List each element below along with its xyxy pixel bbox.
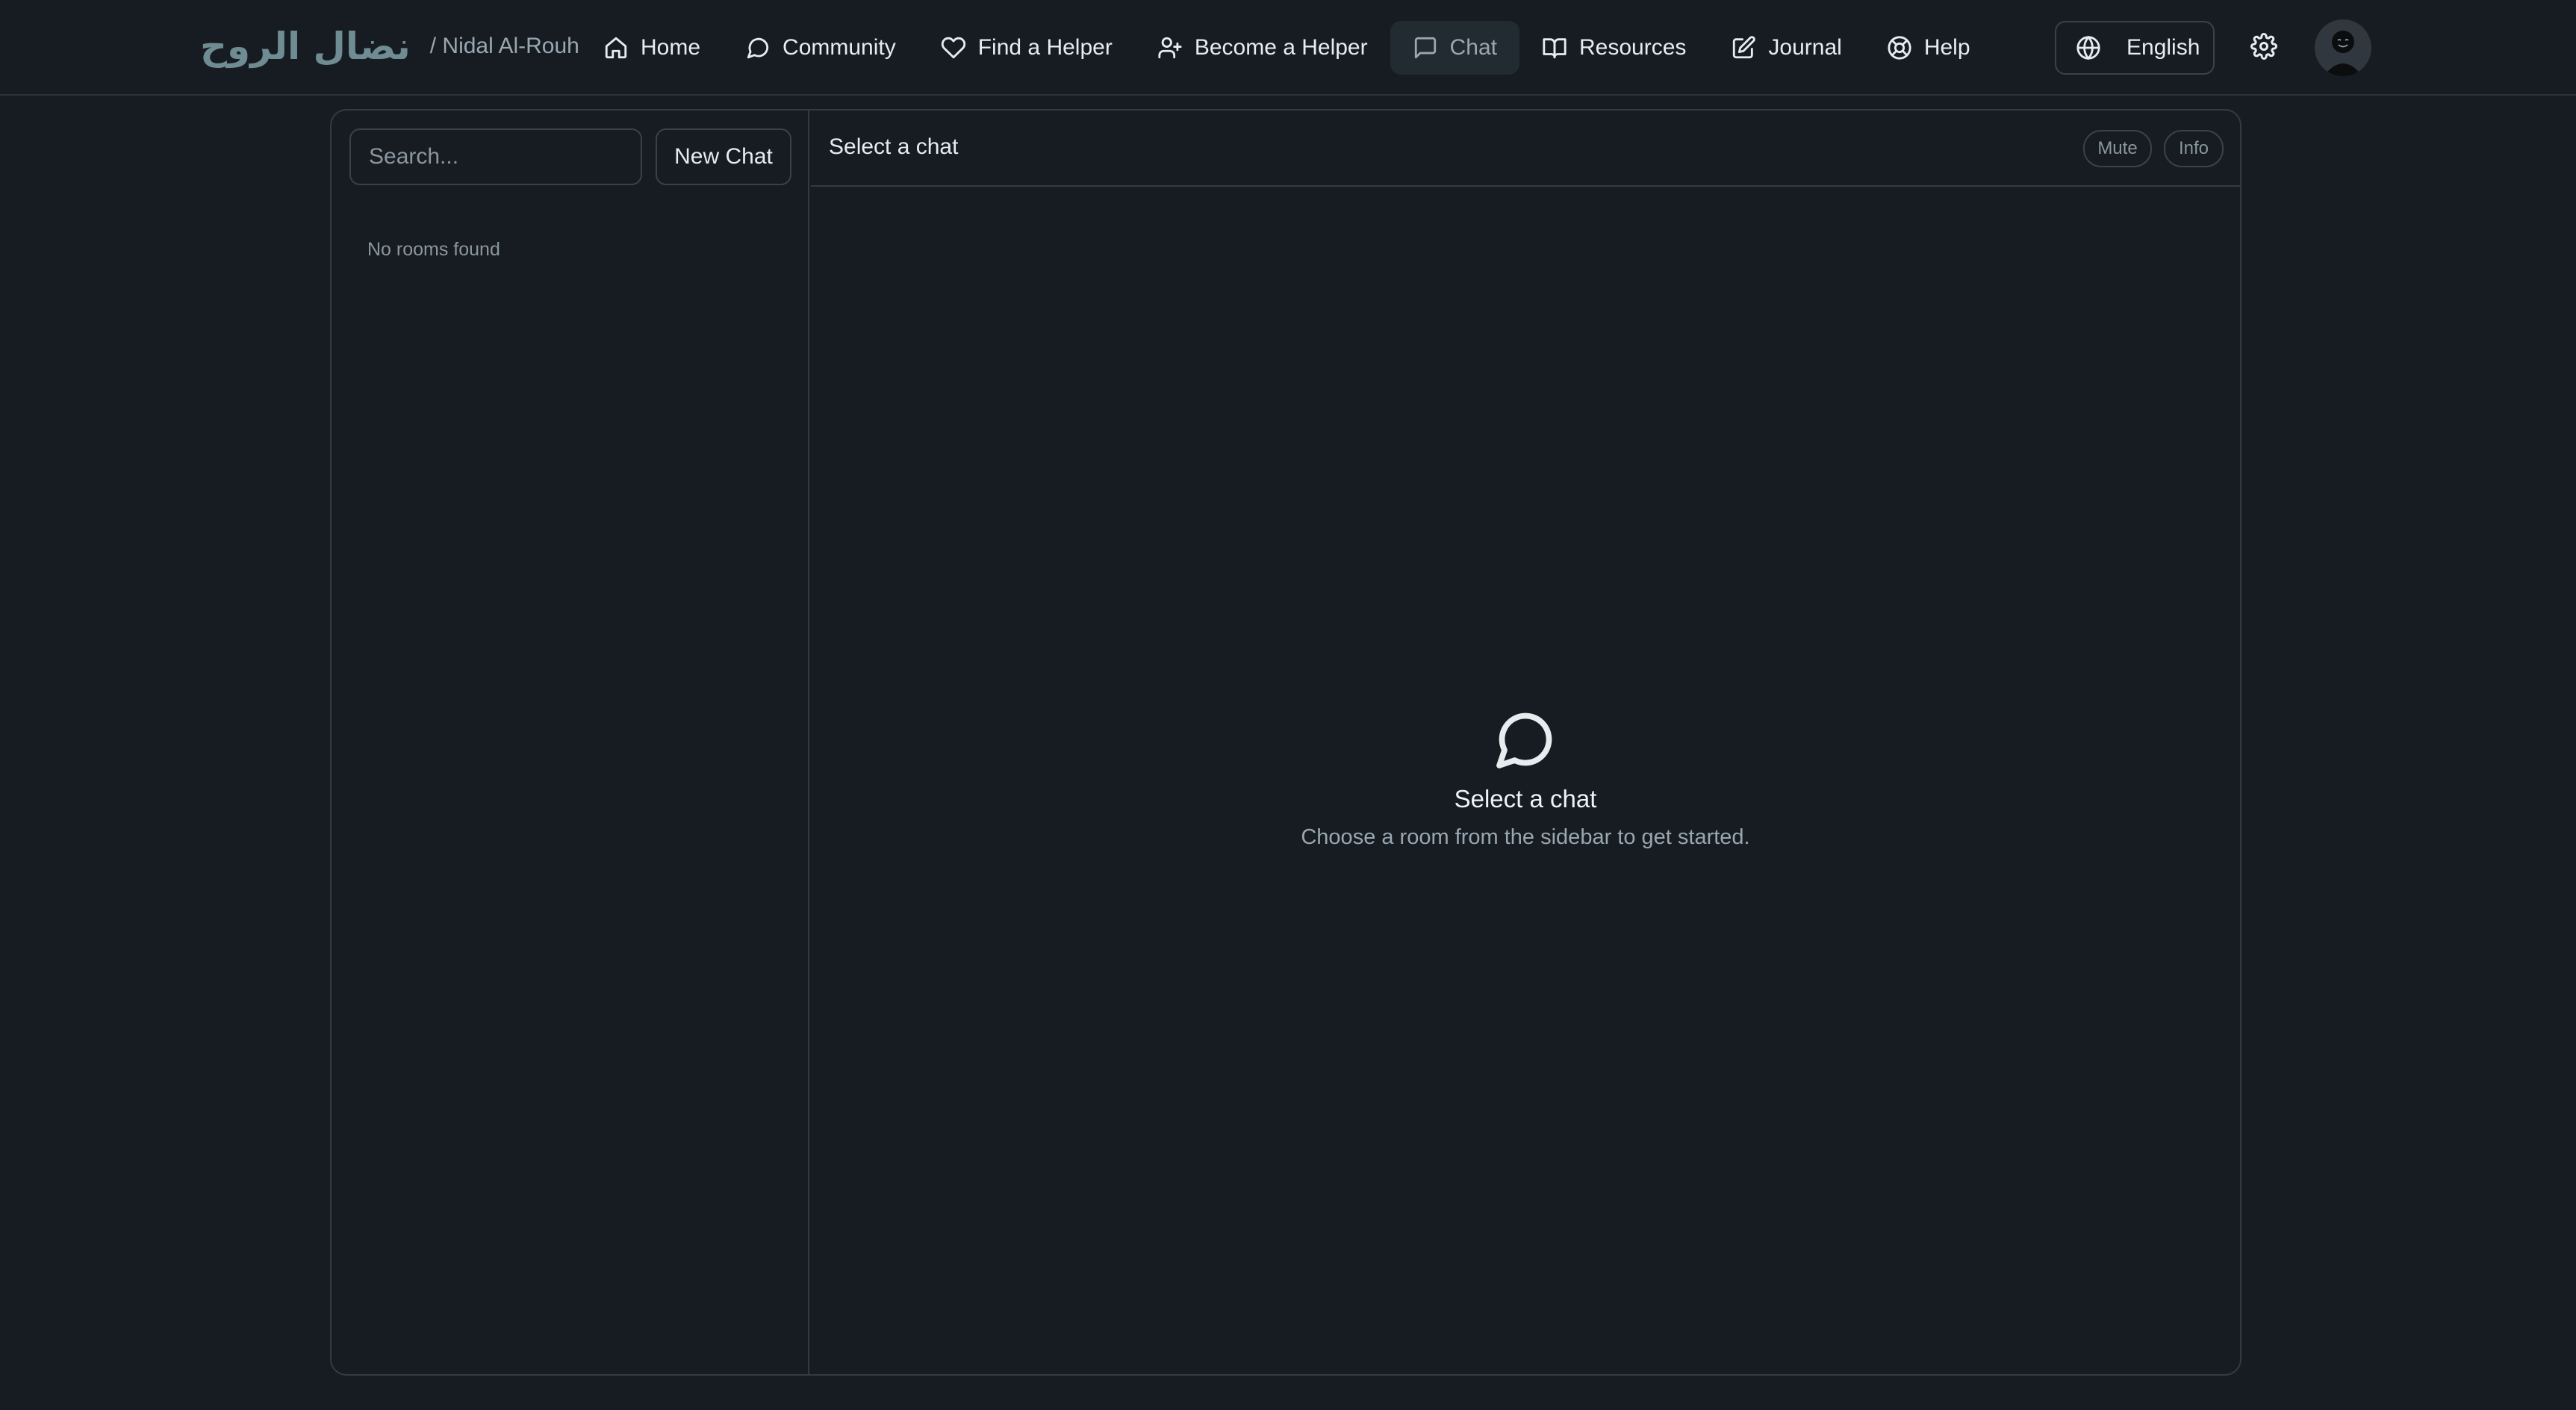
nav-item-label: Community — [783, 35, 896, 60]
brand-subtitle: / Nidal Al-Rouh — [429, 34, 579, 58]
chat-empty-state: Select a chat Choose a room from the sid… — [811, 708, 2240, 850]
nav-item-label: Resources — [1579, 35, 1687, 60]
nav-item-become-a-helper[interactable]: Become a Helper — [1135, 21, 1390, 75]
chat-panel: New Chat No rooms found Select a chat Mu… — [330, 109, 2241, 1376]
rooms-empty-message: No rooms found — [367, 239, 500, 260]
nav-item-resources[interactable]: Resources — [1519, 21, 1708, 75]
nav-item-label: Help — [1923, 35, 1970, 60]
edit-icon — [1733, 36, 1756, 59]
nav-item-label: Chat — [1449, 35, 1497, 60]
search-input[interactable] — [349, 128, 642, 185]
avatar-icon — [2324, 31, 2362, 76]
nav-item-label: Find a Helper — [977, 35, 1113, 60]
globe-icon — [2076, 35, 2100, 60]
brand-logo-text: نضال الروح — [200, 25, 411, 68]
user-avatar[interactable] — [2315, 19, 2371, 76]
mute-button[interactable]: Mute — [2083, 130, 2152, 167]
empty-state-subtitle: Choose a room from the sidebar to get st… — [1301, 825, 1750, 849]
chat-header-title: Select a chat — [829, 134, 959, 159]
top-navigation-bar: نضال الروح / Nidal Al-Rouh Home Communit… — [0, 0, 2576, 96]
nav-item-home[interactable]: Home — [581, 21, 723, 75]
user-plus-icon — [1158, 37, 1182, 59]
nav-item-label: Become a Helper — [1194, 35, 1368, 60]
book-open-icon — [1543, 38, 1567, 59]
language-selector[interactable]: English — [2055, 21, 2215, 75]
chat-bubble-icon — [1494, 708, 1557, 774]
chat-header: Select a chat Mute Info — [811, 111, 2240, 187]
info-button[interactable]: Info — [2164, 130, 2224, 167]
empty-state-title: Select a chat — [1454, 785, 1597, 813]
nav-item-community[interactable]: Community — [723, 21, 918, 75]
main-nav: Home Community Find a Helper Become a He… — [581, 21, 1993, 75]
heart-icon — [941, 37, 965, 59]
language-label: English — [2127, 35, 2200, 60]
chat-main: Select a chat Mute Info Select a chat Ch… — [811, 111, 2240, 1374]
settings-button[interactable] — [2250, 33, 2280, 63]
nav-item-chat[interactable]: Chat — [1390, 21, 1519, 75]
nav-item-label: Journal — [1768, 35, 1842, 60]
new-chat-button[interactable]: New Chat — [656, 128, 791, 185]
nav-item-find-a-helper[interactable]: Find a Helper — [918, 21, 1135, 75]
brand[interactable]: نضال الروح / Nidal Al-Rouh — [200, 22, 579, 70]
message-square-icon — [1414, 37, 1436, 59]
nav-item-label: Home — [641, 35, 701, 60]
home-icon — [605, 37, 627, 59]
chat-sidebar: New Chat No rooms found — [332, 111, 809, 1374]
message-circle-icon — [747, 37, 769, 59]
nav-item-journal[interactable]: Journal — [1708, 21, 1864, 75]
gear-icon — [2250, 33, 2277, 60]
nav-item-help[interactable]: Help — [1864, 21, 1993, 75]
life-buoy-icon — [1888, 36, 1911, 60]
